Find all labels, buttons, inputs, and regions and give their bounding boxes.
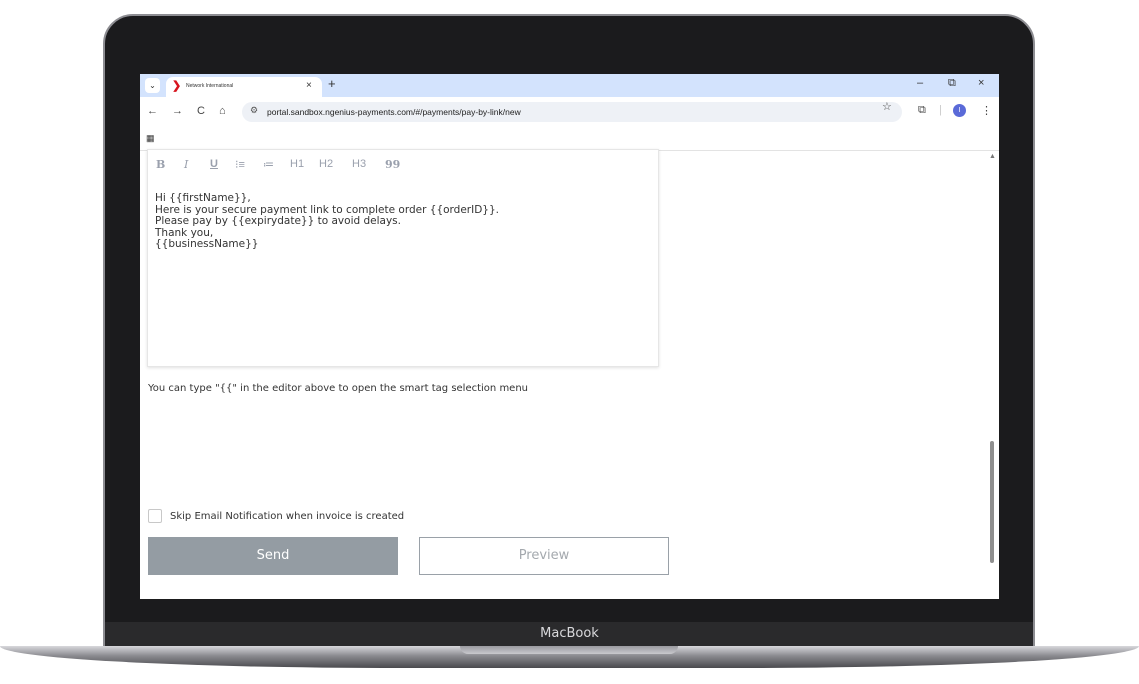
tab-title: Network International [186, 83, 234, 89]
restore-icon[interactable]: ⧉ [948, 77, 956, 90]
tab-close-icon[interactable]: × [306, 80, 312, 91]
bold-button[interactable]: B [156, 158, 165, 171]
send-button[interactable]: Send [148, 537, 398, 575]
skip-email-label: Skip Email Notification when invoice is … [170, 511, 405, 522]
ordered-list-button[interactable]: ⁝≡ [235, 158, 245, 171]
apps-grid-icon[interactable]: ▦ [146, 133, 155, 144]
network-international-favicon-icon: ❯ [172, 80, 182, 92]
reload-icon[interactable]: C [197, 105, 205, 117]
editor-line: Hi {{firstName}}, [155, 192, 251, 204]
editor-body[interactable]: Hi {{firstName}}, Here is your secure pa… [155, 192, 645, 251]
toolbar-divider: | [939, 104, 942, 116]
bullet-list-button[interactable]: ≔ [263, 158, 274, 171]
url-text: portal.sandbox.ngenius-payments.com/#/pa… [267, 107, 521, 117]
heading-2-button[interactable]: H2 [319, 158, 333, 170]
browser-tab[interactable]: ❯ Network International × [166, 77, 322, 97]
italic-button[interactable]: I [184, 158, 188, 171]
preview-button[interactable]: Preview [419, 537, 669, 575]
bookmark-star-icon[interactable]: ☆ [882, 100, 892, 113]
page-content: ▲ B I U ⁝≡ ≔ H1 H2 H3 99 Hi {{firstName}… [140, 149, 999, 599]
address-bar[interactable]: ⚙ portal.sandbox.ngenius-payments.com/#/… [242, 102, 902, 122]
laptop-opening-notch [460, 646, 678, 654]
scroll-up-arrow-icon[interactable]: ▲ [989, 153, 996, 160]
blockquote-button[interactable]: 99 [385, 158, 400, 171]
tab-search-icon[interactable]: ⌄ [145, 78, 160, 93]
editor-line: {{businessName}} [155, 238, 259, 250]
editor-line: Please pay by {{expirydate}} to avoid de… [155, 215, 401, 227]
underline-button[interactable]: U [210, 158, 218, 170]
heading-3-button[interactable]: H3 [352, 158, 366, 170]
screen: ⌄ ❯ Network International × + – ⧉ × ← → … [140, 74, 999, 599]
back-icon[interactable]: ← [147, 105, 158, 117]
minimize-icon[interactable]: – [917, 77, 923, 89]
scrollbar-thumb[interactable] [990, 441, 994, 563]
heading-1-button[interactable]: H1 [290, 158, 304, 170]
browser-toolbar: ← → C ⌂ ⚙ portal.sandbox.ngenius-payment… [140, 97, 999, 128]
forward-icon[interactable]: → [172, 105, 183, 117]
home-icon[interactable]: ⌂ [219, 105, 226, 117]
browser-tab-bar: ⌄ ❯ Network International × + – ⧉ × [140, 74, 999, 97]
skip-email-checkbox[interactable] [148, 509, 162, 523]
message-editor[interactable]: B I U ⁝≡ ≔ H1 H2 H3 99 Hi {{firstName}},… [147, 149, 659, 367]
menu-kebab-icon[interactable]: ⋮ [981, 104, 992, 117]
site-info-icon[interactable]: ⚙ [250, 105, 258, 116]
extensions-icon[interactable]: ⧉ [918, 104, 926, 117]
profile-avatar[interactable]: I [953, 104, 966, 117]
bookmarks-bar: ▦ [140, 128, 999, 151]
smart-tag-hint: You can type "{{" in the editor above to… [148, 383, 529, 394]
new-tab-icon[interactable]: + [328, 76, 336, 91]
laptop-brand-label: MacBook [540, 626, 599, 641]
close-window-icon[interactable]: × [978, 77, 984, 89]
